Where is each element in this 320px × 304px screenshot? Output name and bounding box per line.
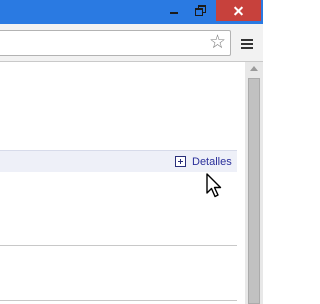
restore-icon-front [195, 8, 203, 16]
scroll-thumb[interactable] [248, 78, 260, 304]
section-divider [0, 300, 237, 301]
details-row: Detalles [0, 150, 237, 172]
details-label[interactable]: Detalles [192, 154, 232, 170]
star-icon[interactable]: ☆ [209, 32, 226, 54]
vertical-scrollbar[interactable] [245, 62, 263, 304]
menu-bar-top [241, 39, 253, 41]
hamburger-menu-icon[interactable] [241, 39, 253, 50]
plus-box-icon[interactable] [175, 156, 186, 167]
minimize-button[interactable] [161, 0, 188, 21]
menu-bar-bottom [241, 47, 253, 49]
window-titlebar [0, 0, 263, 24]
browser-toolbar: ☆ [0, 24, 263, 62]
close-button[interactable] [216, 0, 261, 21]
scroll-up-arrow-icon[interactable] [245, 62, 263, 76]
maximize-button[interactable] [188, 0, 215, 21]
mouse-pointer-icon [206, 173, 222, 198]
menu-bar-middle [241, 43, 253, 45]
section-divider [0, 245, 237, 246]
address-bar[interactable]: ☆ [0, 30, 231, 56]
